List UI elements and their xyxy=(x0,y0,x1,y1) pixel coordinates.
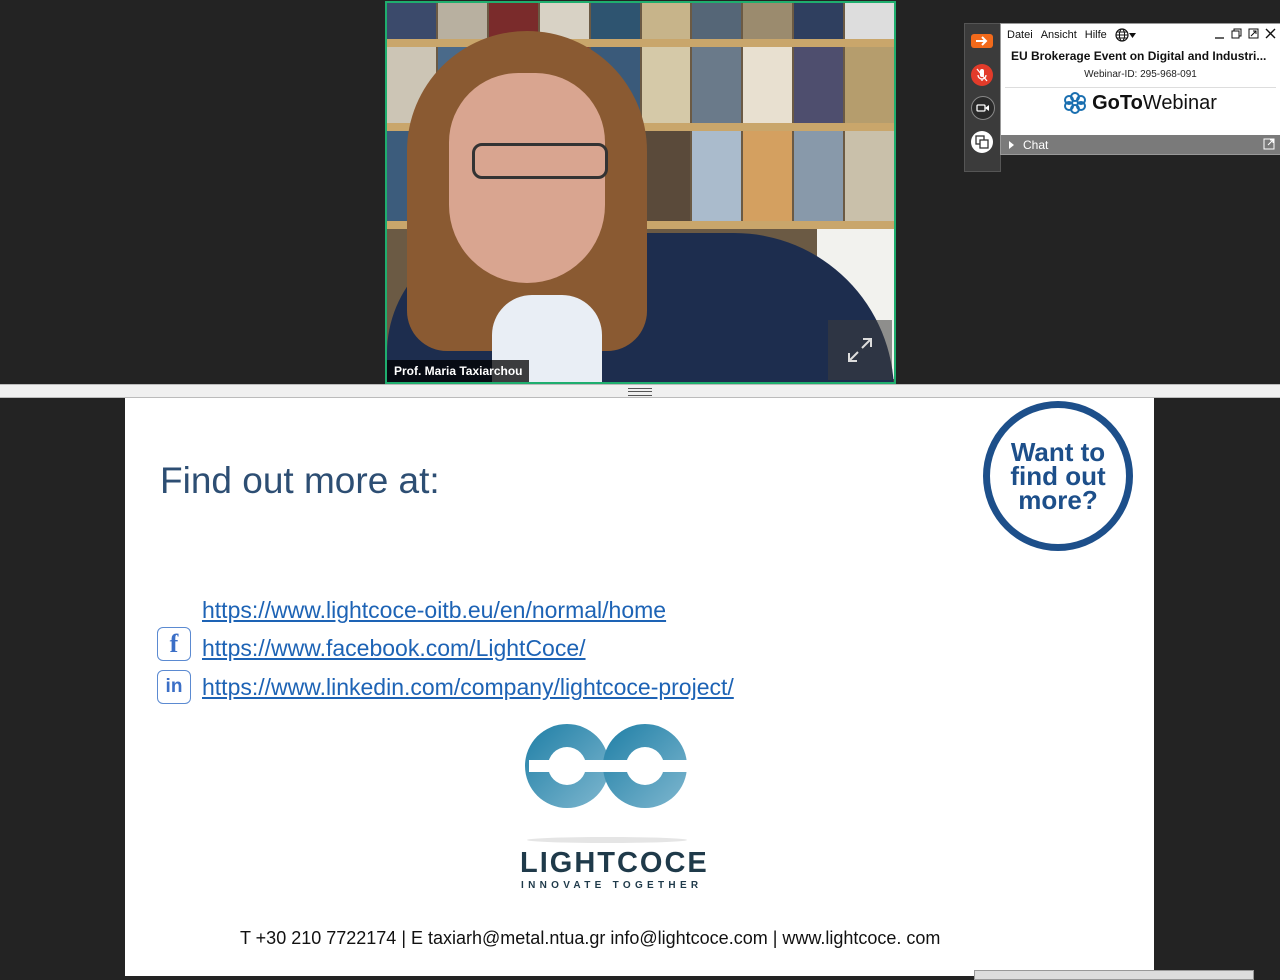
linkedin-icon: in xyxy=(157,670,191,704)
facebook-icon: f xyxy=(157,627,191,661)
screen-share-icon xyxy=(975,135,989,149)
expand-video-button[interactable] xyxy=(828,320,892,380)
menu-ansicht[interactable]: Ansicht xyxy=(1041,29,1077,41)
lightcoce-wordmark: LIGHTCOCE xyxy=(520,847,709,879)
minimize-icon[interactable] xyxy=(1214,28,1225,39)
logo-goto-text: GoTo xyxy=(1092,91,1143,114)
contact-info: T +30 210 7722174 | E taxiarh@metal.ntua… xyxy=(240,928,941,948)
gotowebinar-flower-icon xyxy=(1064,92,1087,114)
logo-webinar-text: Webinar xyxy=(1142,91,1217,114)
chat-section-header[interactable]: Chat xyxy=(1001,135,1280,154)
presenter-webcam[interactable]: Prof. Maria Taxiarchou xyxy=(385,1,896,384)
camera-icon xyxy=(976,104,989,112)
expand-icon xyxy=(848,338,872,362)
facebook-link[interactable]: https://www.facebook.com/LightCoce/ xyxy=(202,635,586,662)
split-divider[interactable] xyxy=(0,384,1280,398)
microphone-button[interactable] xyxy=(971,64,993,86)
menu-datei[interactable]: Datei xyxy=(1007,29,1033,41)
arrow-right-icon xyxy=(976,36,988,46)
lightcoce-tagline: INNOVATE TOGETHER xyxy=(521,880,703,891)
restore-icon[interactable] xyxy=(1231,28,1242,39)
glasses xyxy=(472,143,608,179)
undock-icon[interactable] xyxy=(1248,28,1259,39)
gotowebinar-logo: GoToWebinar xyxy=(1005,87,1276,118)
video-area: Prof. Maria Taxiarchou Datei Ansicht Hil… xyxy=(0,0,1280,384)
bookshelf xyxy=(387,3,894,39)
badge-text: Want to find out more? xyxy=(1010,437,1106,515)
globe-icon xyxy=(1115,28,1129,42)
chevron-down-icon xyxy=(1128,32,1136,38)
webcam-button[interactable] xyxy=(971,96,995,120)
menu-hilfe[interactable]: Hilfe xyxy=(1085,29,1107,41)
chevron-right-icon xyxy=(1009,140,1014,149)
slide-heading: Find out more at: xyxy=(160,460,440,501)
gotowebinar-control-rail xyxy=(964,23,1001,172)
chat-label: Chat xyxy=(1023,137,1049,152)
webinar-id: Webinar-ID: 295-968-091 xyxy=(1084,69,1197,80)
language-menu[interactable] xyxy=(1115,28,1136,42)
website-link[interactable]: https://www.lightcoce-oitb.eu/en/normal/… xyxy=(202,597,666,624)
drag-handle-icon[interactable] xyxy=(628,388,652,396)
linkedin-link[interactable]: https://www.linkedin.com/company/lightco… xyxy=(202,674,734,701)
window-controls xyxy=(1214,28,1276,39)
screen-share-button[interactable] xyxy=(971,131,993,153)
gotowebinar-panel: Datei Ansicht Hilfe EU Brokerage Event o… xyxy=(1000,23,1280,155)
collapse-panel-button[interactable] xyxy=(971,34,993,48)
close-icon[interactable] xyxy=(1265,28,1276,39)
microphone-muted-icon xyxy=(976,68,988,82)
audio-panel-tab[interactable] xyxy=(974,970,1254,980)
presenter-name-label: Prof. Maria Taxiarchou xyxy=(387,360,530,382)
presentation-slide: Find out more at: Want to find out more?… xyxy=(125,398,1154,976)
popout-icon[interactable] xyxy=(1263,138,1275,150)
lightcoce-logo-mark xyxy=(515,716,705,849)
want-to-find-out-more-badge: Want to find out more? xyxy=(983,401,1133,551)
event-title: EU Brokerage Event on Digital and Indust… xyxy=(1011,49,1267,63)
